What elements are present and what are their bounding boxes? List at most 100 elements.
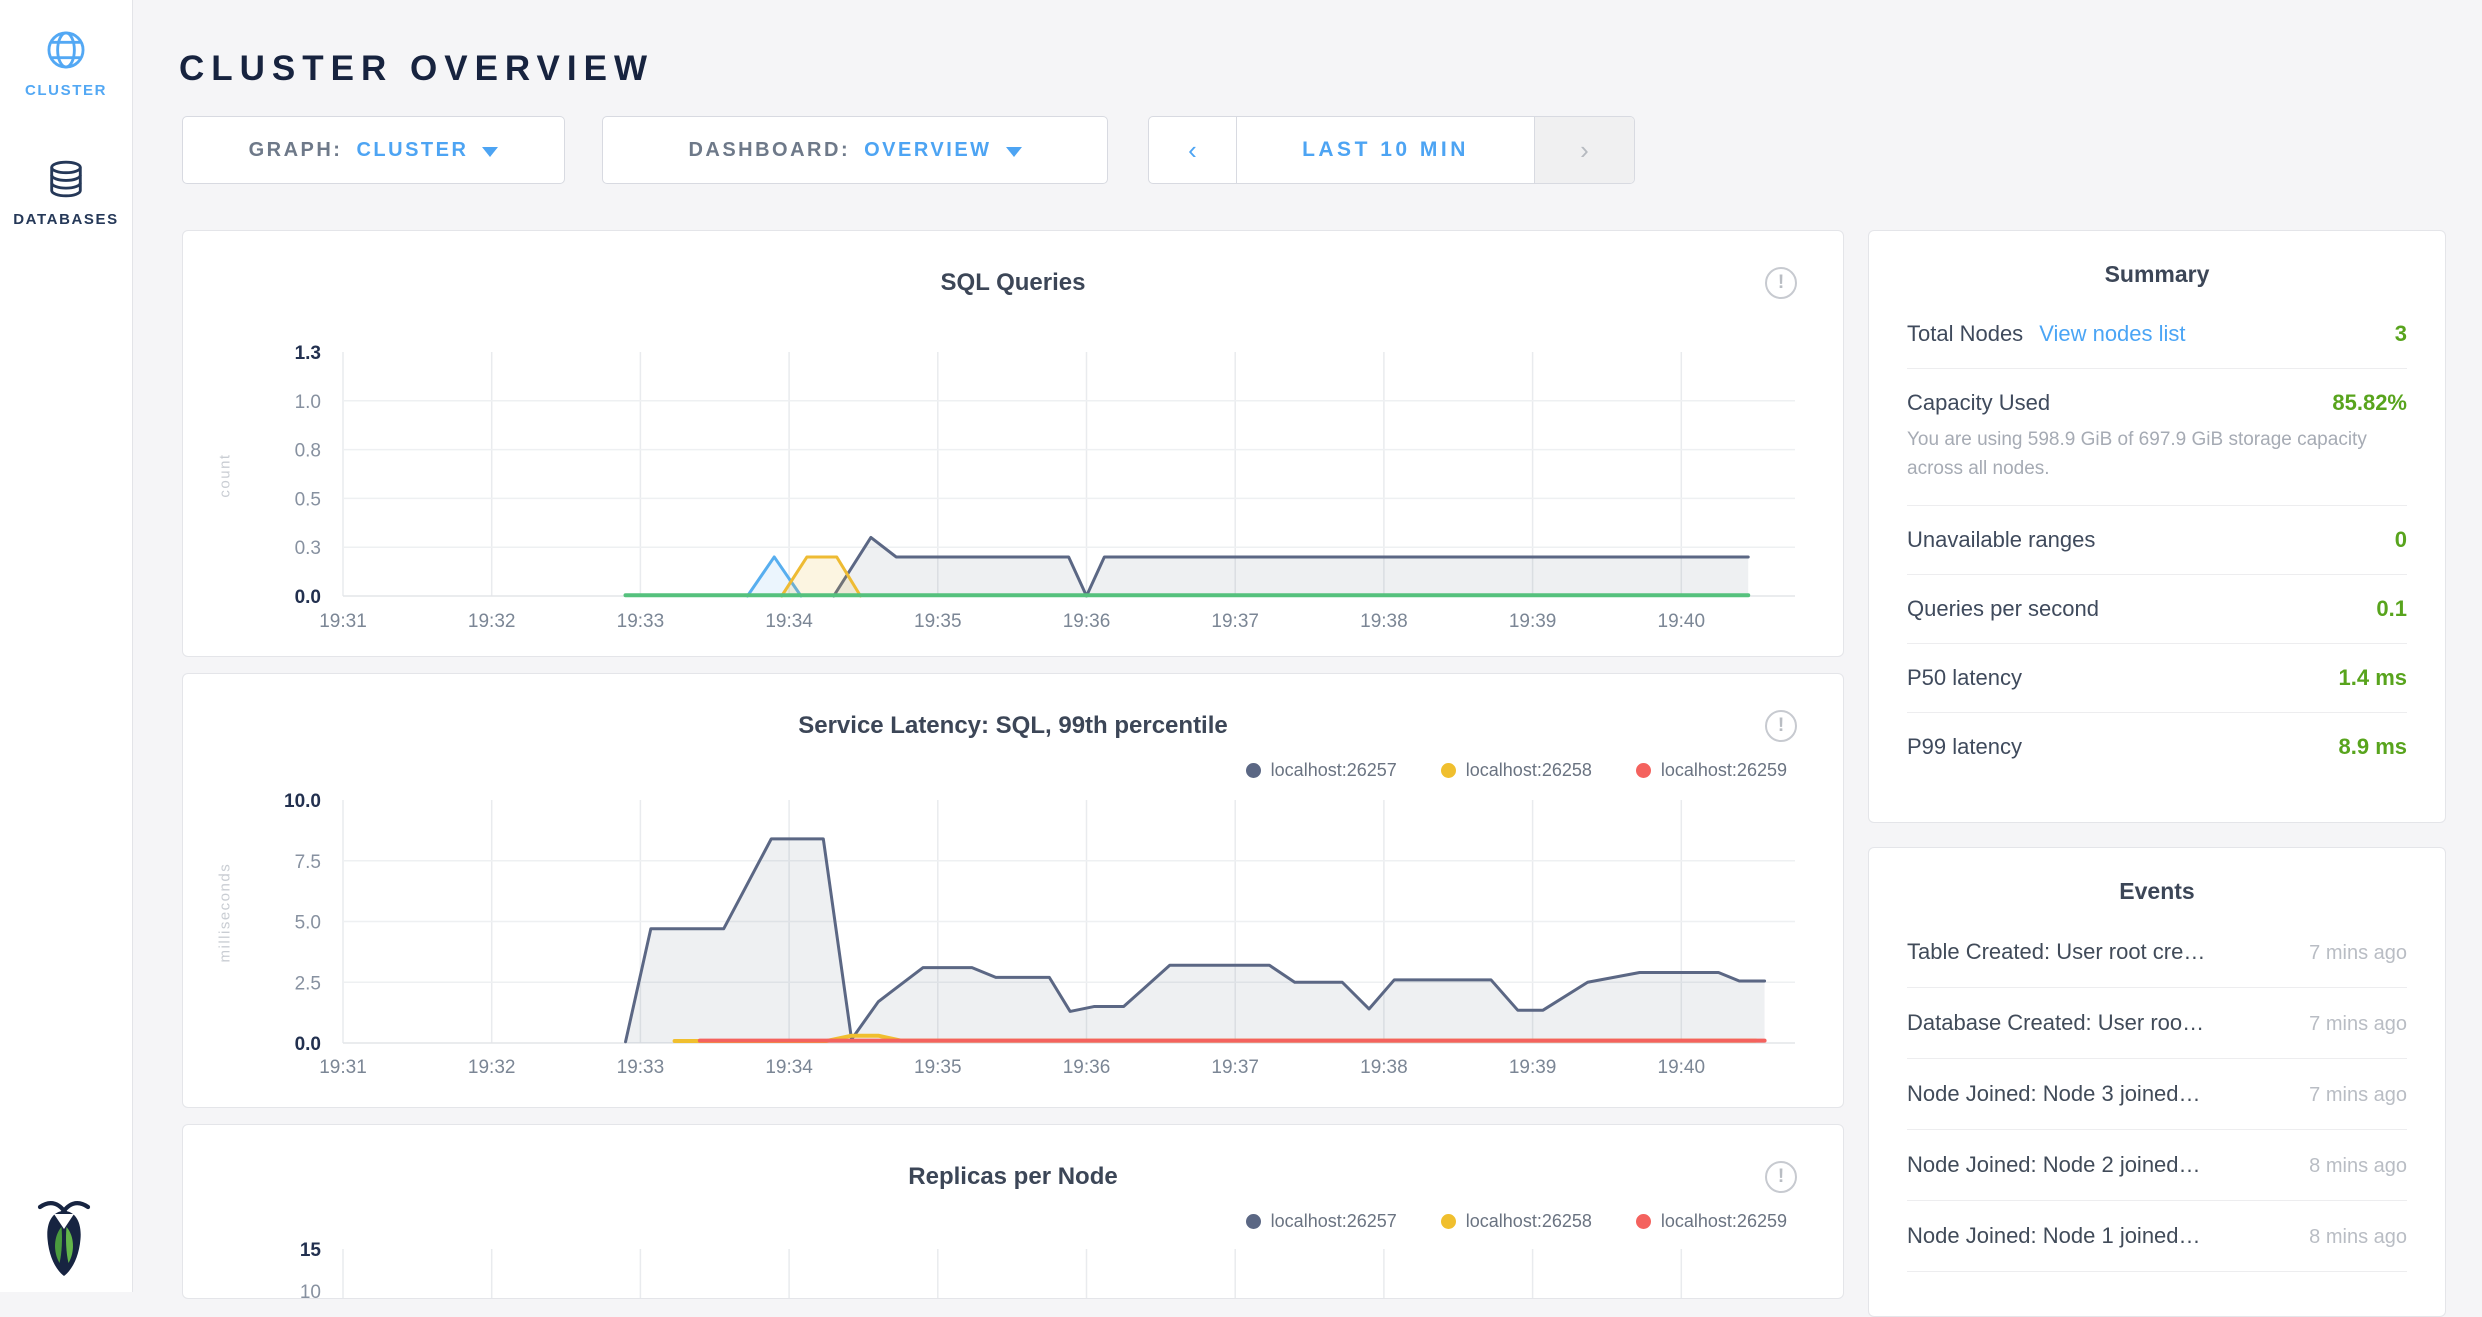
info-icon[interactable]: ! — [1765, 710, 1797, 742]
info-icon[interactable]: ! — [1765, 267, 1797, 299]
time-range-next-button[interactable]: › — [1534, 117, 1634, 183]
svg-text:19:39: 19:39 — [1509, 1057, 1557, 1078]
events-title: Events — [1907, 848, 2407, 917]
legend-item[interactable]: localhost:26259 — [1636, 760, 1787, 781]
svg-text:19:33: 19:33 — [617, 1057, 665, 1078]
globe-icon — [44, 28, 88, 72]
chart-title: Service Latency: SQL, 99th percentile — [183, 712, 1843, 740]
sidebar-item-label: DATABASES — [0, 211, 132, 228]
graph-dropdown[interactable]: GRAPH: CLUSTER — [182, 116, 565, 184]
dashboard-dropdown-value: OVERVIEW — [864, 139, 991, 162]
svg-text:2.5: 2.5 — [295, 973, 321, 994]
svg-text:10.0: 10.0 — [284, 791, 321, 812]
svg-text:19:32: 19:32 — [468, 1057, 516, 1078]
svg-text:0.0: 0.0 — [295, 1034, 321, 1055]
legend-dot — [1246, 1214, 1261, 1229]
legend-item[interactable]: localhost:26259 — [1636, 1211, 1787, 1232]
svg-text:1.0: 1.0 — [295, 392, 321, 413]
capacity-used-value: 85.82% — [2332, 390, 2407, 416]
sidebar-item-cluster[interactable]: CLUSTER — [0, 28, 132, 99]
legend-item[interactable]: localhost:26257 — [1246, 760, 1397, 781]
dashboard-dropdown-label: DASHBOARD: — [688, 139, 850, 162]
svg-text:0.0: 0.0 — [295, 587, 321, 608]
info-icon[interactable]: ! — [1765, 1161, 1797, 1193]
sidebar-item-label: CLUSTER — [0, 82, 132, 99]
y-axis-unit-label: count — [217, 436, 234, 516]
summary-row-total-nodes: Total Nodes View nodes list 3 — [1907, 300, 2407, 369]
sql-queries-panel: 1.3 1.0 0.8 0.5 0.3 0.0 19:31 19:32 19:33 19:34 19… — [182, 230, 1844, 657]
svg-text:19:40: 19:40 — [1658, 1057, 1706, 1078]
svg-text:19:34: 19:34 — [765, 1057, 813, 1078]
summary-title: Summary — [1907, 231, 2407, 300]
legend-dot — [1441, 763, 1456, 778]
y-axis-unit-label: milliseconds — [217, 883, 234, 963]
time-range-selector: ‹ LAST 10 MIN › — [1148, 116, 1635, 184]
events-panel: Events Table Created: User root cre… 7 m… — [1868, 847, 2446, 1317]
event-row[interactable]: Node Joined: Node 2 joined… 8 mins ago — [1907, 1130, 2407, 1201]
capacity-used-subtext: You are using 598.9 GiB of 697.9 GiB sto… — [1907, 425, 2407, 484]
svg-text:0.5: 0.5 — [295, 489, 321, 510]
legend-item[interactable]: localhost:26258 — [1441, 760, 1592, 781]
legend-dot — [1441, 1214, 1456, 1229]
svg-text:19:35: 19:35 — [914, 611, 962, 632]
legend-dot — [1246, 763, 1261, 778]
unavailable-ranges-value: 0 — [2395, 527, 2407, 553]
summary-row-p50-latency: P50 latency 1.4 ms — [1907, 644, 2407, 713]
chevron-down-icon — [482, 147, 498, 157]
svg-text:0.3: 0.3 — [295, 538, 321, 559]
svg-text:19:37: 19:37 — [1211, 611, 1259, 632]
chart-legend: localhost:26257 localhost:26258 localhos… — [1246, 1211, 1787, 1232]
time-range-prev-button[interactable]: ‹ — [1149, 117, 1237, 183]
chart-legend: localhost:26257 localhost:26258 localhos… — [1246, 760, 1787, 781]
chart-title: Replicas per Node — [183, 1163, 1843, 1191]
svg-text:0.8: 0.8 — [295, 441, 321, 462]
summary-panel: Summary Total Nodes View nodes list 3 Ca… — [1868, 230, 2446, 823]
svg-text:19:36: 19:36 — [1063, 1057, 1111, 1078]
legend-item[interactable]: localhost:26257 — [1246, 1211, 1397, 1232]
summary-row-p99-latency: P99 latency 8.9 ms — [1907, 713, 2407, 781]
page-title: CLUSTER OVERVIEW — [179, 49, 654, 89]
graph-dropdown-label: GRAPH: — [249, 139, 343, 162]
svg-text:19:38: 19:38 — [1360, 1057, 1408, 1078]
summary-row-unavailable-ranges: Unavailable ranges 0 — [1907, 506, 2407, 575]
total-nodes-value: 3 — [2395, 321, 2407, 347]
chevron-left-icon: ‹ — [1188, 135, 1197, 166]
dashboard-dropdown[interactable]: DASHBOARD: OVERVIEW — [602, 116, 1108, 184]
svg-text:19:31: 19:31 — [319, 611, 367, 632]
time-range-value[interactable]: LAST 10 MIN — [1237, 117, 1534, 183]
svg-text:19:40: 19:40 — [1658, 611, 1706, 632]
svg-text:10: 10 — [300, 1282, 321, 1299]
event-row[interactable]: Table Created: User root cre… 7 mins ago — [1907, 917, 2407, 988]
queries-per-second-value: 0.1 — [2376, 596, 2407, 622]
event-row[interactable]: Database Created: User roo… 7 mins ago — [1907, 988, 2407, 1059]
svg-text:19:36: 19:36 — [1063, 611, 1111, 632]
p50-latency-value: 1.4 ms — [2339, 665, 2408, 691]
svg-text:19:33: 19:33 — [617, 611, 665, 632]
svg-text:19:34: 19:34 — [765, 611, 813, 632]
svg-text:7.5: 7.5 — [295, 852, 321, 873]
summary-row-queries-per-second: Queries per second 0.1 — [1907, 575, 2407, 644]
view-nodes-list-link[interactable]: View nodes list — [2039, 321, 2185, 347]
svg-text:1.3: 1.3 — [295, 343, 321, 364]
database-icon — [44, 157, 88, 201]
svg-text:19:32: 19:32 — [468, 611, 516, 632]
svg-text:15: 15 — [300, 1240, 322, 1261]
legend-dot — [1636, 763, 1651, 778]
svg-text:19:39: 19:39 — [1509, 611, 1557, 632]
service-latency-panel: 10.0 7.5 5.0 2.5 0.019:31 19:32 19:33 19:34 19:3… — [182, 673, 1844, 1108]
graph-dropdown-value: CLUSTER — [356, 139, 468, 162]
cockroachdb-logo-icon — [26, 1194, 102, 1280]
replicas-per-node-panel: 15 10 Replicas per Node ! localhost:26257… — [182, 1124, 1844, 1299]
legend-item[interactable]: localhost:26258 — [1441, 1211, 1592, 1232]
event-row[interactable]: Node Joined: Node 3 joined… 7 mins ago — [1907, 1059, 2407, 1130]
chart-title: SQL Queries — [183, 269, 1843, 297]
svg-text:5.0: 5.0 — [295, 913, 321, 934]
svg-text:19:31: 19:31 — [319, 1057, 367, 1078]
chevron-down-icon — [1006, 147, 1022, 157]
chevron-right-icon: › — [1580, 135, 1589, 166]
svg-text:19:37: 19:37 — [1211, 1057, 1259, 1078]
sidebar: CLUSTER DATABASES — [0, 0, 133, 1292]
event-row[interactable]: Node Joined: Node 1 joined… 8 mins ago — [1907, 1201, 2407, 1272]
svg-text:19:35: 19:35 — [914, 1057, 962, 1078]
sidebar-item-databases[interactable]: DATABASES — [0, 157, 132, 228]
